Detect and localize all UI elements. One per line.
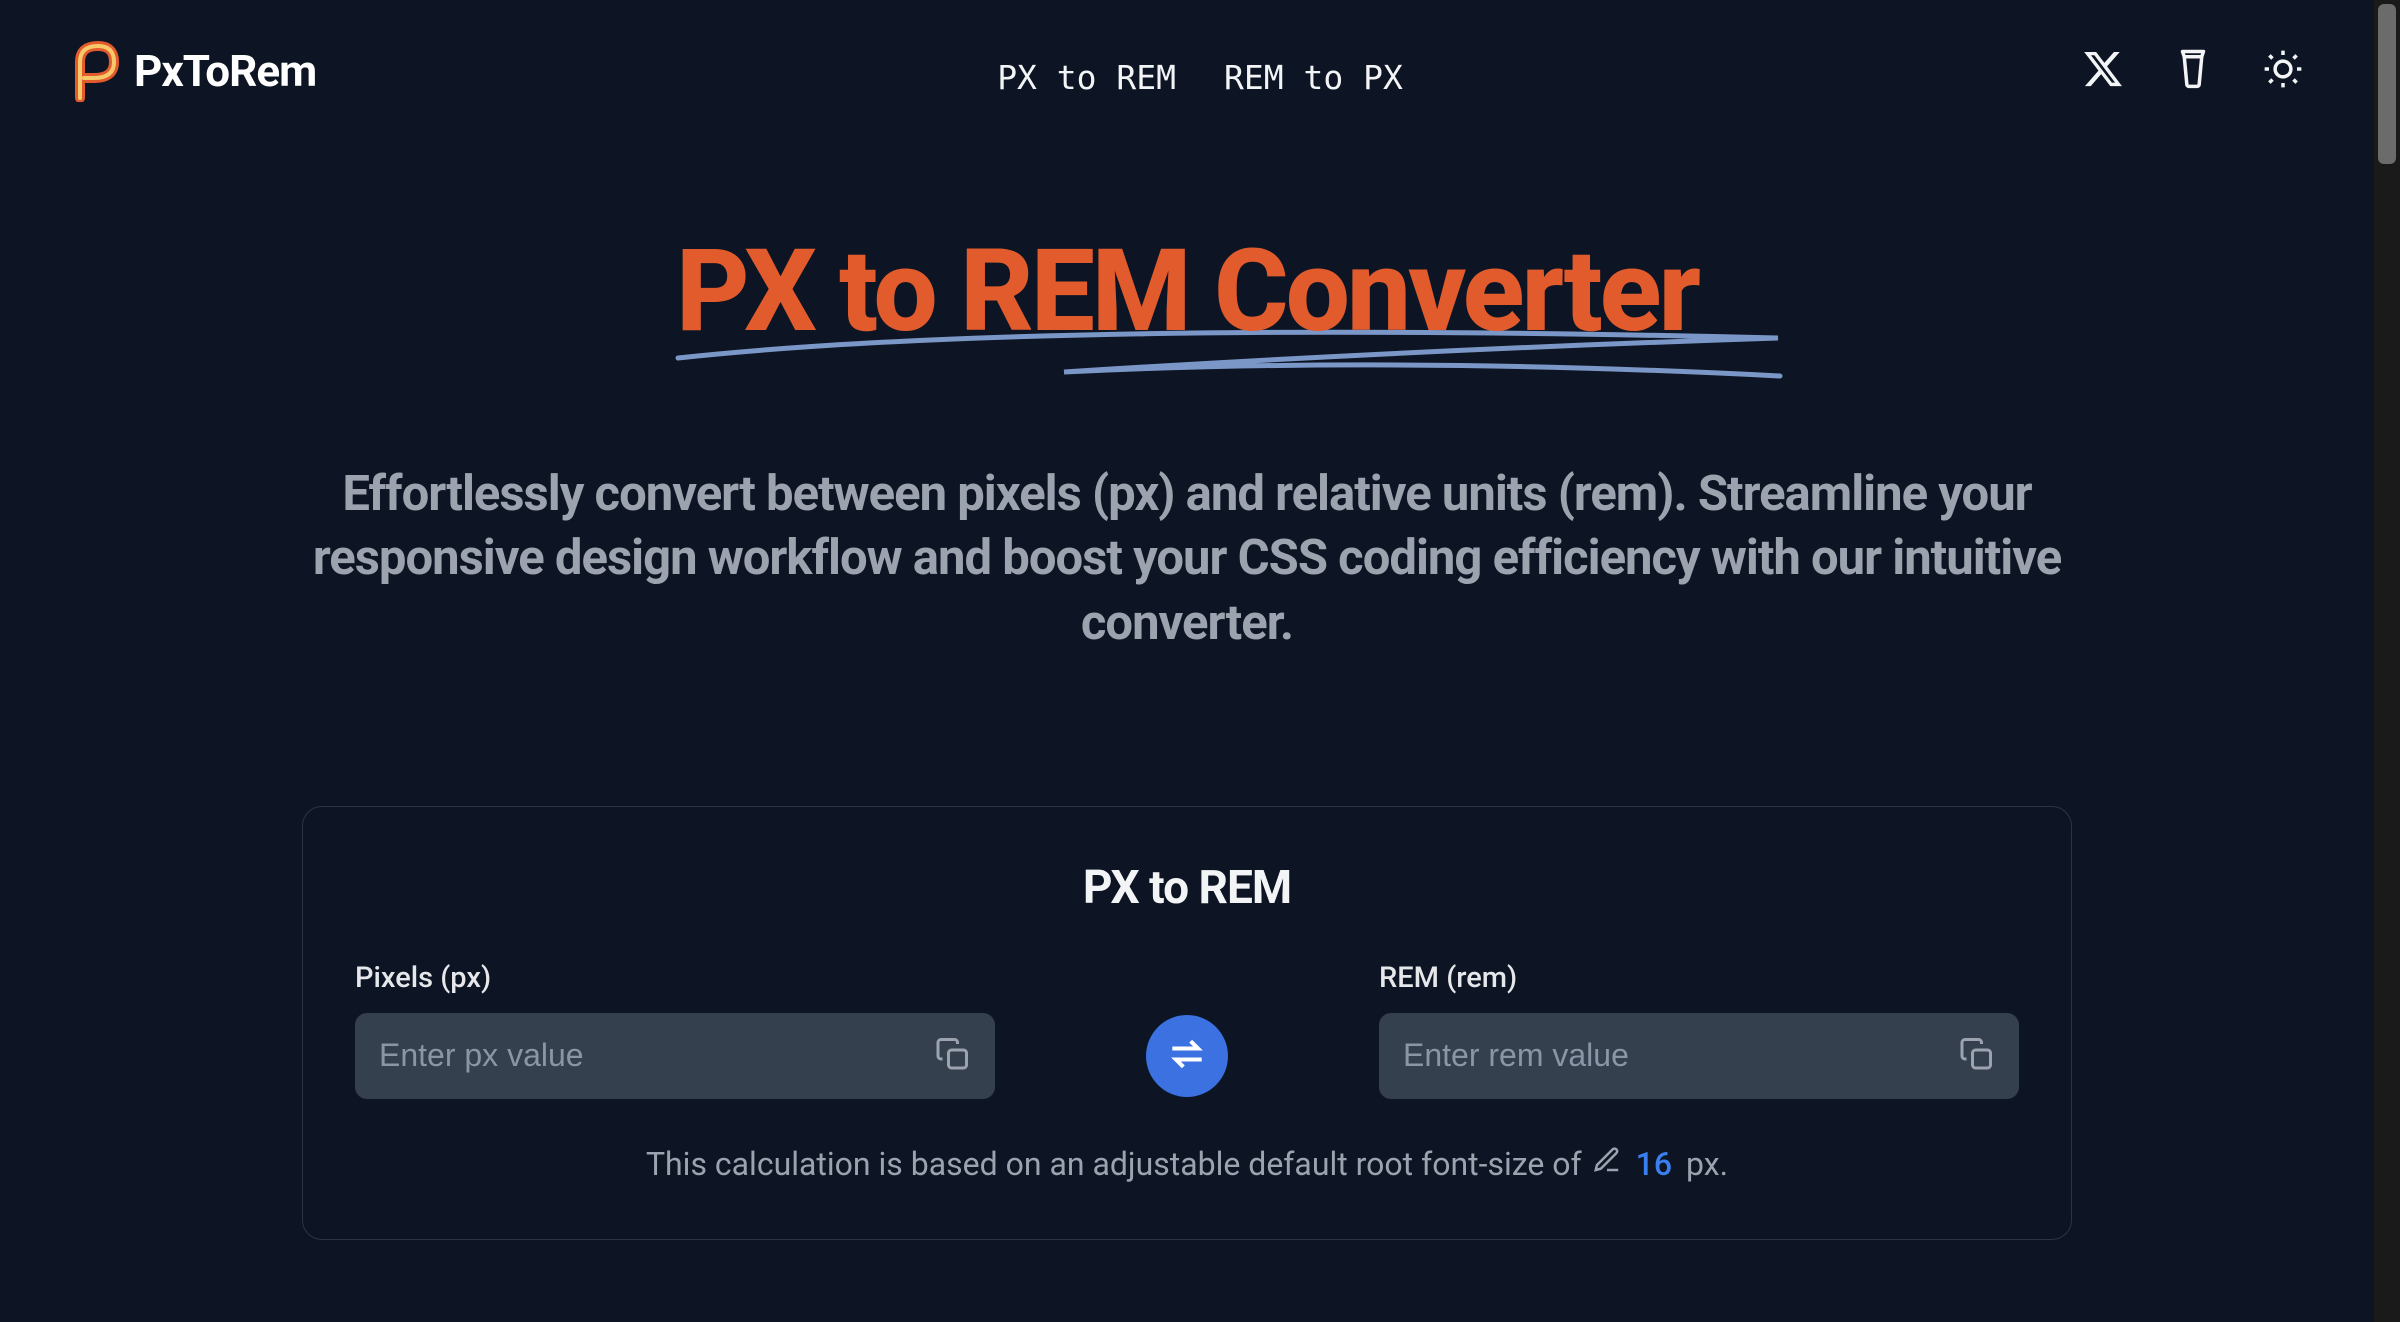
note-suffix: px.: [1686, 1145, 1728, 1183]
scrollbar-thumb[interactable]: [2378, 4, 2396, 164]
note-prefix: This calculation is based on an adjustab…: [646, 1145, 1582, 1183]
px-field-group: Pixels (px): [355, 961, 995, 1099]
sun-icon[interactable]: [2262, 48, 2304, 94]
x-social-icon[interactable]: [2082, 48, 2124, 94]
logo-icon: [70, 40, 122, 102]
cup-icon[interactable]: [2172, 48, 2214, 94]
copy-px-button[interactable]: [929, 1030, 977, 1081]
logo[interactable]: PxToRem: [70, 40, 316, 102]
main-nav: PX to REM REM to PX: [997, 58, 1403, 97]
converter-title: PX to REM: [355, 861, 2019, 915]
copy-icon: [935, 1060, 971, 1075]
rem-input[interactable]: [1379, 1013, 2019, 1099]
scrollbar[interactable]: [2374, 0, 2400, 1322]
converter-card: PX to REM Pixels (px): [302, 806, 2072, 1240]
copy-rem-button[interactable]: [1953, 1030, 2001, 1081]
nav-link-px-to-rem[interactable]: PX to REM: [997, 58, 1176, 97]
px-input[interactable]: [355, 1013, 995, 1099]
swap-icon: [1165, 1032, 1209, 1079]
hero: PX to REM Converter Effortlessly convert…: [0, 232, 2374, 656]
page-title: PX to REM Converter: [676, 232, 1698, 352]
base-font-note: This calculation is based on an adjustab…: [355, 1145, 2019, 1183]
rem-field-group: REM (rem): [1379, 961, 2019, 1099]
logo-text: PxToRem: [134, 45, 316, 97]
swap-button[interactable]: [1146, 1015, 1228, 1097]
rem-label: REM (rem): [1379, 961, 2019, 995]
nav-link-rem-to-px[interactable]: REM to PX: [1224, 58, 1403, 97]
page-subtitle: Effortlessly convert between pixels (px)…: [307, 462, 2067, 656]
base-font-value[interactable]: 16: [1632, 1145, 1676, 1183]
header-actions: [2082, 48, 2304, 94]
copy-icon: [1959, 1060, 1995, 1075]
converter-row: Pixels (px): [355, 961, 2019, 1099]
px-label: Pixels (px): [355, 961, 995, 995]
pencil-icon[interactable]: [1592, 1145, 1622, 1183]
